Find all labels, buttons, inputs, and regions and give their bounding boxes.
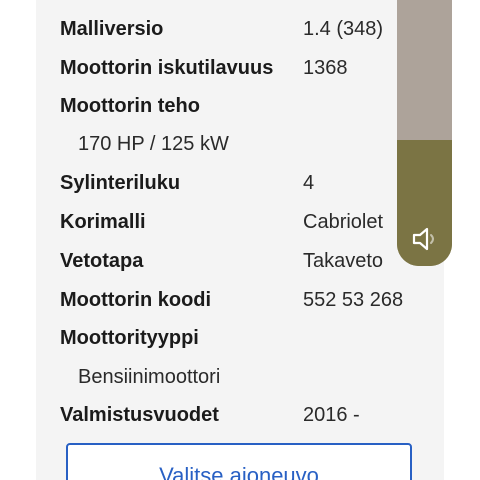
spec-label-iskutilavuus: Moottorin iskutilavuus (60, 57, 274, 79)
spec-label-koodi: Moottorin koodi (60, 289, 212, 311)
spec-value-valmistusvuodet: 2016 - (303, 404, 360, 426)
spec-value-sylinteriluku: 4 (303, 172, 315, 194)
vehicle-spec-page: Malliversio 1.4 (348) Moottorin iskutila… (0, 0, 480, 480)
video-frame-top (397, 0, 452, 140)
spec-label-korimalli: Korimalli (60, 211, 146, 233)
spec-value-malliversio: 1.4 (348) (303, 18, 384, 40)
spec-label-sylinteriluku: Sylinteriluku (60, 172, 181, 194)
spec-label-malliversio: Malliversio (60, 18, 164, 40)
spec-label-vetotapa: Vetotapa (60, 250, 144, 272)
spec-label-valmistusvuodet: Valmistusvuodet (60, 404, 219, 426)
speaker-muted-icon[interactable] (410, 224, 440, 254)
spec-value-moottorityyppi: Bensiinimoottori (78, 366, 221, 388)
spec-value-koodi: 552 53 268 (303, 289, 404, 311)
select-vehicle-label: Valitse ajoneuvo (159, 463, 319, 480)
spec-value-vetotapa: Takaveto (303, 250, 384, 272)
select-vehicle-button[interactable]: Valitse ajoneuvo (66, 443, 412, 480)
spec-label-moottorityyppi: Moottorityyppi (60, 327, 199, 349)
spec-value-iskutilavuus: 1368 (303, 57, 348, 79)
spec-label-teho: Moottorin teho (60, 95, 200, 117)
spec-value-korimalli: Cabriolet (303, 211, 384, 233)
spec-value-teho: 170 HP / 125 kW (78, 133, 229, 155)
